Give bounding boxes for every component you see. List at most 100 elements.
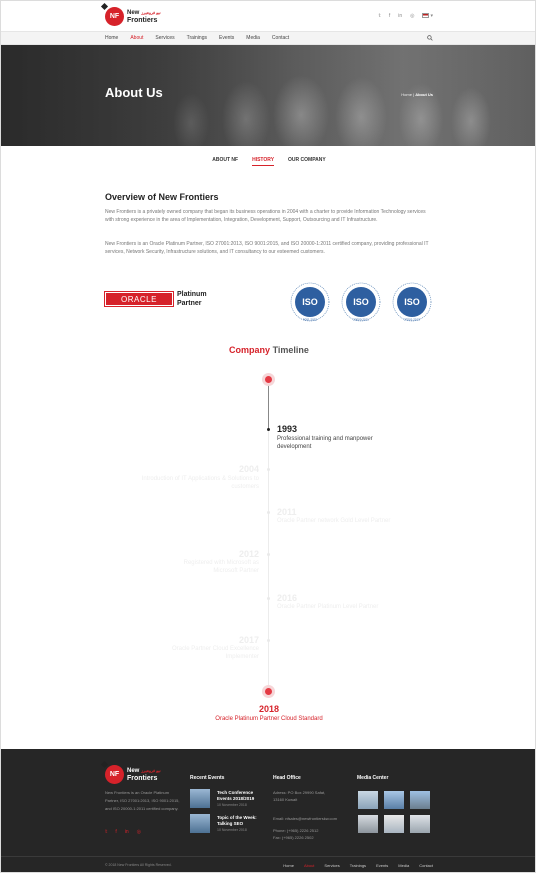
- linkedin-icon[interactable]: in: [398, 13, 402, 19]
- event-title[interactable]: Topic of the Week: Talking SEO: [217, 815, 267, 827]
- footer-divider: [1, 856, 535, 857]
- timeline-year: 2016: [277, 593, 298, 603]
- footer-nav-contact[interactable]: Contact: [419, 863, 433, 868]
- nav-item-trainings[interactable]: Trainings: [187, 35, 207, 41]
- logo-arabic: نيو فرونتيرز: [141, 10, 161, 15]
- media-thumbnail[interactable]: [384, 791, 404, 809]
- facebook-icon[interactable]: f: [389, 13, 390, 19]
- timeline-desc: Registered with Microsoft as Microsoft P…: [183, 560, 259, 574]
- overview-paragraph-1: New Frontiers is a privately owned compa…: [105, 209, 426, 223]
- copyright: © 2018 New Frontiers All Rights Reserved…: [105, 863, 172, 867]
- recent-events-heading: Recent Events: [190, 775, 225, 781]
- iso-9001-label: ISO: [302, 297, 318, 307]
- tab-about-nf[interactable]: ABOUT NF: [212, 157, 238, 166]
- office-phone: Phone: (+965) 2226 2512: [273, 828, 319, 833]
- logo-mark-icon: NF: [105, 765, 124, 784]
- page-title: About Us: [105, 85, 163, 100]
- iso-27001-code: 27001:2013: [404, 318, 420, 322]
- footer-logo-arabic: نيو فرونتيرز: [141, 768, 161, 773]
- media-thumbnail[interactable]: [410, 791, 430, 809]
- media-thumbnail[interactable]: [358, 791, 378, 809]
- footer-nav-services[interactable]: Services: [324, 863, 339, 868]
- office-email[interactable]: Email: nfsales@newfrontierskw.com: [273, 815, 353, 822]
- page-frame: NF New نيو فرونتيرز Frontiers 𝕥 f in ◎ ▾ …: [0, 0, 536, 873]
- timeline-marker: [267, 428, 270, 431]
- timeline-start-dot: [262, 373, 275, 386]
- tab-history[interactable]: HISTORY: [252, 157, 275, 166]
- timeline-desc: Introduction of IT Applications & Soluti…: [141, 476, 259, 490]
- timeline-marker: [267, 553, 270, 556]
- instagram-icon[interactable]: ◎: [137, 829, 141, 835]
- head-office-heading: Head Office: [273, 775, 301, 781]
- timeline-title-a: Company: [229, 345, 271, 355]
- linkedin-icon[interactable]: in: [125, 829, 129, 835]
- nav-item-events[interactable]: Events: [219, 35, 234, 41]
- footer-logo-text: New نيو فرونتيرز Frontiers: [127, 767, 161, 782]
- footer-logo[interactable]: NF New نيو فرونتيرز Frontiers: [105, 765, 161, 784]
- timeline-desc: Oracle Platinum Partner Cloud Standard: [215, 716, 323, 722]
- facebook-icon[interactable]: f: [115, 829, 116, 835]
- overview-title: Overview of New Frontiers: [105, 192, 219, 202]
- language-selector[interactable]: ▾: [422, 13, 433, 19]
- logo-mark-icon: NF: [105, 7, 124, 26]
- timeline-year: 2012: [238, 549, 259, 559]
- media-center-heading: Media Center: [357, 775, 389, 781]
- nav-item-home[interactable]: Home: [105, 35, 118, 41]
- logo[interactable]: NF New نيو فرونتيرز Frontiers: [105, 7, 161, 26]
- about-tabs: ABOUT NF HISTORY OUR COMPANY: [1, 157, 535, 166]
- timeline-year: 2018: [258, 704, 280, 714]
- footer-nav-home[interactable]: Home: [283, 863, 294, 868]
- media-thumbnail[interactable]: [384, 815, 404, 833]
- event-thumbnail[interactable]: [190, 814, 210, 833]
- iso-20000-label: ISO: [353, 297, 369, 307]
- main-nav: Home About Services Trainings Events Med…: [1, 31, 535, 45]
- footer-nav-trainings[interactable]: Trainings: [350, 863, 366, 868]
- twitter-icon[interactable]: 𝕥: [105, 829, 107, 835]
- timeline-year: 2011: [277, 507, 297, 517]
- timeline-title: Company Timeline: [1, 345, 535, 355]
- breadcrumb-separator: |: [413, 92, 415, 97]
- oracle-logo: ORACLE: [104, 291, 174, 307]
- iso-20000-code: 20000:2011: [353, 318, 369, 322]
- office-fax: Fax: (+965) 2226 2502: [273, 835, 314, 840]
- footer-nav-about[interactable]: About: [304, 863, 314, 868]
- timeline-line-progress: [268, 385, 269, 429]
- breadcrumb: Home | About Us: [401, 92, 433, 97]
- media-thumbnail[interactable]: [410, 815, 430, 833]
- twitter-icon[interactable]: 𝕥: [378, 13, 380, 19]
- us-flag-icon: [422, 13, 430, 19]
- oracle-partner-label: Platinum Partner: [177, 290, 207, 308]
- timeline-year: 1993: [277, 424, 298, 434]
- iso-27001-label: ISO: [404, 297, 420, 307]
- timeline-desc: Professional training and manpower devel…: [277, 436, 373, 450]
- nav-item-about[interactable]: About: [130, 35, 143, 41]
- oracle-sub-line1: Platinum: [177, 291, 207, 298]
- breadcrumb-home[interactable]: Home: [401, 92, 412, 97]
- social-links: 𝕥 f in ◎ ▾: [378, 13, 433, 19]
- footer-nav: Home About Services Trainings Events Med…: [283, 863, 433, 868]
- timeline-year: 2004: [238, 464, 259, 474]
- footer-nav-events[interactable]: Events: [376, 863, 388, 868]
- event-title[interactable]: Tech Conference Events 2018/2019: [217, 790, 267, 802]
- nav-item-contact[interactable]: Contact: [272, 35, 289, 41]
- event-thumbnail[interactable]: [190, 789, 210, 808]
- nav-item-media[interactable]: Media: [246, 35, 260, 41]
- chevron-down-icon: ▾: [430, 13, 433, 19]
- instagram-icon[interactable]: ◎: [410, 13, 414, 19]
- search-icon[interactable]: [427, 35, 433, 41]
- timeline-desc: Oracle Partner Cloud Excellence Implemen…: [171, 646, 259, 660]
- timeline-desc: Oracle Partner Platinum Level Partner: [277, 604, 379, 610]
- nav-items: Home About Services Trainings Events Med…: [105, 35, 289, 41]
- footer: NF New نيو فرونتيرز Frontiers New Frontie…: [1, 749, 535, 872]
- footer-logo-line2: Frontiers: [127, 775, 158, 782]
- footer-logo-line1: New: [127, 768, 140, 774]
- top-header: NF New نيو فرونتيرز Frontiers 𝕥 f in ◎ ▾: [1, 1, 535, 31]
- timeline-marker: [267, 468, 270, 471]
- tab-our-company[interactable]: OUR COMPANY: [288, 157, 326, 166]
- timeline-marker: [267, 511, 270, 514]
- iso-9001-code: 9001:2015: [303, 318, 318, 322]
- oracle-sub-line2: Partner: [177, 300, 202, 307]
- media-thumbnail[interactable]: [358, 815, 378, 833]
- nav-item-services[interactable]: Services: [155, 35, 174, 41]
- footer-nav-media[interactable]: Media: [398, 863, 409, 868]
